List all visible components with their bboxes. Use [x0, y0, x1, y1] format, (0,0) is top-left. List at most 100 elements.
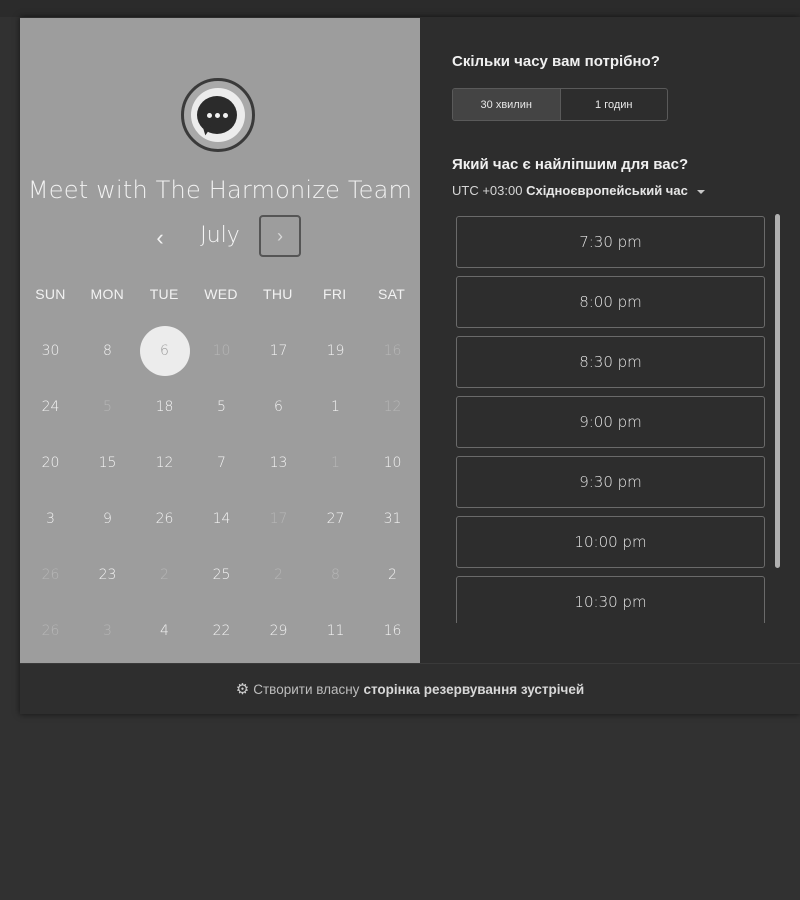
calendar-day[interactable]: 10: [364, 435, 421, 491]
calendar-day[interactable]: 30: [22, 323, 79, 379]
calendar-day[interactable]: 11: [307, 603, 364, 659]
calendar-day[interactable]: 6: [250, 379, 307, 435]
calendar-day-number: 8: [103, 343, 112, 359]
time-slot-list[interactable]: 7:30 pm 8:00 pm 8:30 pm 9:00 pm 9:30 pm …: [456, 216, 766, 623]
time-question: Який час є найліпшим для вас?: [452, 156, 689, 173]
time-slot-scrollbar[interactable]: [775, 214, 780, 568]
calendar-day-number: 11: [326, 623, 345, 639]
calendar-day[interactable]: 16: [364, 603, 421, 659]
month-label: July: [200, 223, 240, 248]
next-month-button[interactable]: ›: [259, 215, 301, 257]
time-slot-button[interactable]: 9:30 pm: [456, 456, 765, 508]
calendar-day-number: 30: [41, 343, 60, 359]
weekday-label: FRI: [323, 286, 347, 302]
time-slot-button[interactable]: 8:00 pm: [456, 276, 765, 328]
duration-option-1hour[interactable]: 1 годин: [561, 89, 668, 120]
footer-link[interactable]: сторінка резервування зустрічей: [363, 682, 584, 697]
calendar-day-number: 25: [212, 567, 231, 583]
calendar-day-number: 23: [98, 567, 117, 583]
calendar-day-number: 9: [103, 511, 112, 527]
calendar-day[interactable]: 3: [22, 491, 79, 547]
time-slot-button[interactable]: 8:30 pm: [456, 336, 765, 388]
calendar-day[interactable]: 24: [22, 379, 79, 435]
calendar-day-number: 12: [383, 399, 402, 415]
duration-option-30min[interactable]: 30 хвилин: [453, 89, 561, 120]
calendar-day[interactable]: 26: [136, 491, 193, 547]
weekday-label: MON: [90, 286, 125, 302]
calendar-day-number: 24: [41, 399, 60, 415]
calendar-day-number: 16: [383, 623, 402, 639]
calendar-day[interactable]: 5: [193, 379, 250, 435]
weekday-label: SAT: [378, 286, 406, 302]
calendar-day-number: 12: [155, 455, 174, 471]
calendar-day-number: 7: [217, 455, 226, 471]
time-slot-button[interactable]: 10:30 pm: [456, 576, 765, 623]
calendar-day-number: 5: [217, 399, 226, 415]
scheduling-panel: Скільки часу вам потрібно? 30 хвилин 1 г…: [420, 18, 800, 663]
hubspot-sprocket-icon: ⚙: [235, 681, 250, 698]
calendar-day[interactable]: 8: [79, 323, 136, 379]
calendar-day-grid: 30 8 6 10 17 19 16 24 5 18 5 6 1 12 20 15 12 7 13 1 10 3 9 26 14…: [22, 323, 420, 659]
calendar-day-number: 26: [41, 623, 60, 639]
timezone-selector[interactable]: UTC +03:00 Східноєвропейський час: [452, 183, 706, 198]
calendar-day[interactable]: 1: [307, 379, 364, 435]
meeting-title: Meet with The Harmonize Team: [27, 176, 413, 204]
calendar-day[interactable]: 23: [79, 547, 136, 603]
caret-down-icon: [697, 189, 706, 194]
calendar-day[interactable]: 25: [193, 547, 250, 603]
calendar-day-selected[interactable]: 6: [136, 323, 193, 379]
browser-top-strip: [0, 0, 800, 17]
calendar-day[interactable]: 2: [364, 547, 421, 603]
calendar-day[interactable]: 20: [22, 435, 79, 491]
calendar-day[interactable]: 15: [79, 435, 136, 491]
ellipsis-icon: [197, 96, 237, 134]
calendar-day[interactable]: 7: [193, 435, 250, 491]
calendar-day[interactable]: 9: [79, 491, 136, 547]
calendar-day-number: 26: [155, 511, 174, 527]
calendar-day[interactable]: 13: [250, 435, 307, 491]
calendar-day-number: 17: [269, 343, 288, 359]
calendar-panel: Meet with The Harmonize Team ‹ July › SU…: [20, 18, 420, 663]
calendar-day[interactable]: 22: [193, 603, 250, 659]
calendar-day: 5: [79, 379, 136, 435]
calendar-day[interactable]: 14: [193, 491, 250, 547]
calendar-day: 2: [250, 547, 307, 603]
calendar-day-number: 13: [269, 455, 288, 471]
calendar-day-number: 1: [331, 455, 340, 471]
calendar-day-number: 3: [103, 623, 112, 639]
calendar-day: 17: [250, 491, 307, 547]
time-slot-button[interactable]: 7:30 pm: [456, 216, 765, 268]
time-slot-button[interactable]: 10:00 pm: [456, 516, 765, 568]
calendar-day[interactable]: 17: [250, 323, 307, 379]
calendar-day-number: 17: [269, 511, 288, 527]
duration-question: Скільки часу вам потрібно?: [452, 53, 660, 70]
weekday-label: THU: [263, 286, 293, 302]
timezone-name: Східноєвропейський час: [526, 183, 688, 198]
calendar-day-number: 3: [46, 511, 55, 527]
calendar-day[interactable]: 31: [364, 491, 421, 547]
timezone-offset: UTC +03:00: [452, 183, 523, 198]
calendar-day: 16: [364, 323, 421, 379]
calendar-day: 26: [22, 603, 79, 659]
calendar-day-number: 16: [383, 343, 402, 359]
calendar-day[interactable]: 29: [250, 603, 307, 659]
calendar-day[interactable]: 12: [136, 435, 193, 491]
weekday-header: SUN MON TUE WED THU FRI SAT: [22, 286, 420, 302]
calendar-day[interactable]: 27: [307, 491, 364, 547]
team-logo: [181, 78, 255, 152]
time-slot-button[interactable]: 9:00 pm: [456, 396, 765, 448]
calendar-day: 2: [136, 547, 193, 603]
calendar-day-number: 6: [274, 399, 283, 415]
calendar-day-number: 8: [331, 567, 340, 583]
calendar-day[interactable]: 4: [136, 603, 193, 659]
calendar-day: 26: [22, 547, 79, 603]
calendar-day[interactable]: 18: [136, 379, 193, 435]
calendar-day-number: 27: [326, 511, 345, 527]
calendar-day[interactable]: 19: [307, 323, 364, 379]
weekday-label: WED: [204, 286, 238, 302]
previous-month-button[interactable]: ‹: [150, 226, 170, 250]
calendar-day-number: 1: [331, 399, 340, 415]
calendar-day-number: 5: [103, 399, 112, 415]
calendar-day-number: 15: [98, 455, 117, 471]
calendar-day-number: 18: [155, 399, 174, 415]
